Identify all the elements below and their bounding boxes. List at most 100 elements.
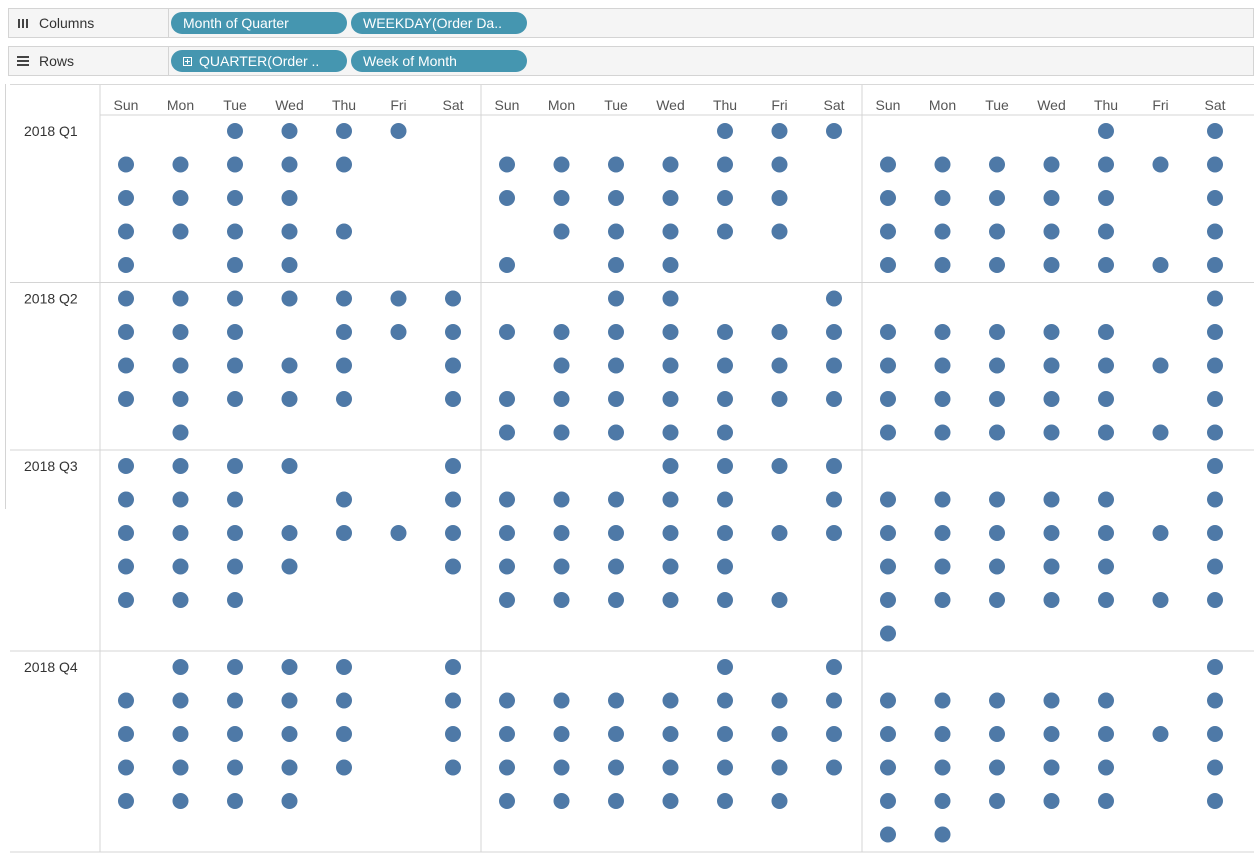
data-mark[interactable] [880,491,896,508]
data-mark[interactable] [172,491,189,508]
data-mark[interactable] [336,357,352,374]
data-mark[interactable] [172,324,189,340]
data-mark[interactable] [771,692,788,709]
data-mark[interactable] [1043,726,1060,742]
data-mark[interactable] [1207,659,1223,675]
data-mark[interactable] [934,257,951,273]
data-mark[interactable] [118,257,134,273]
data-mark[interactable] [227,123,243,139]
data-mark[interactable] [662,190,679,206]
data-mark[interactable] [336,223,352,240]
data-mark[interactable] [934,190,951,206]
data-mark[interactable] [1043,793,1060,809]
data-mark[interactable] [227,592,243,608]
data-mark[interactable] [989,424,1005,441]
data-mark[interactable] [608,424,624,441]
data-mark[interactable] [1098,558,1114,575]
data-mark[interactable] [1043,558,1060,575]
data-mark[interactable] [880,826,896,843]
data-mark[interactable] [227,726,243,742]
data-mark[interactable] [336,290,352,307]
data-mark[interactable] [445,558,461,575]
data-mark[interactable] [1207,257,1223,273]
data-mark[interactable] [880,156,896,173]
data-mark[interactable] [934,592,951,608]
data-mark[interactable] [662,290,679,307]
data-mark[interactable] [880,759,896,776]
data-mark[interactable] [1043,692,1060,709]
data-mark[interactable] [880,592,896,608]
data-mark[interactable] [553,525,570,541]
data-mark[interactable] [662,391,679,407]
data-mark[interactable] [771,592,788,608]
data-mark[interactable] [771,793,788,809]
data-mark[interactable] [445,726,461,742]
data-mark[interactable] [717,424,733,441]
data-mark[interactable] [717,759,733,776]
data-mark[interactable] [118,793,134,809]
data-mark[interactable] [1043,525,1060,541]
data-mark[interactable] [499,726,515,742]
data-mark[interactable] [172,223,189,240]
data-mark[interactable] [1152,257,1169,273]
data-mark[interactable] [989,692,1005,709]
data-mark[interactable] [227,692,243,709]
data-mark[interactable] [662,759,679,776]
data-mark[interactable] [281,525,298,541]
data-mark[interactable] [934,391,951,407]
data-mark[interactable] [880,324,896,340]
pill-weekday-order-date[interactable]: WEEKDAY(Order Da.. [351,12,527,34]
data-mark[interactable] [717,491,733,508]
data-mark[interactable] [172,424,189,441]
data-mark[interactable] [499,525,515,541]
data-mark[interactable] [771,525,788,541]
data-mark[interactable] [227,491,243,508]
data-mark[interactable] [499,324,515,340]
data-mark[interactable] [880,525,896,541]
data-mark[interactable] [281,391,298,407]
data-mark[interactable] [880,257,896,273]
data-mark[interactable] [989,759,1005,776]
data-mark[interactable] [934,692,951,709]
data-mark[interactable] [390,123,407,139]
data-mark[interactable] [1207,458,1223,474]
data-mark[interactable] [1098,592,1114,608]
data-mark[interactable] [662,726,679,742]
data-mark[interactable] [880,793,896,809]
data-mark[interactable] [336,156,352,173]
data-mark[interactable] [227,525,243,541]
data-mark[interactable] [1207,424,1223,441]
data-mark[interactable] [662,257,679,273]
data-mark[interactable] [499,759,515,776]
data-mark[interactable] [880,558,896,575]
data-mark[interactable] [499,793,515,809]
data-mark[interactable] [771,391,788,407]
data-mark[interactable] [989,324,1005,340]
data-mark[interactable] [662,458,679,474]
data-mark[interactable] [227,156,243,173]
data-mark[interactable] [281,558,298,575]
data-mark[interactable] [989,357,1005,374]
data-mark[interactable] [1207,357,1223,374]
data-mark[interactable] [227,190,243,206]
data-mark[interactable] [118,692,134,709]
data-mark[interactable] [118,491,134,508]
data-mark[interactable] [880,726,896,742]
data-mark[interactable] [281,759,298,776]
data-mark[interactable] [771,458,788,474]
data-mark[interactable] [227,324,243,340]
data-mark[interactable] [227,759,243,776]
data-mark[interactable] [336,726,352,742]
data-mark[interactable] [717,190,733,206]
data-mark[interactable] [499,692,515,709]
data-mark[interactable] [336,391,352,407]
data-mark[interactable] [1098,491,1114,508]
data-mark[interactable] [1098,156,1114,173]
data-mark[interactable] [934,357,951,374]
data-mark[interactable] [662,793,679,809]
data-mark[interactable] [281,290,298,307]
expand-plus-icon[interactable] [183,56,192,66]
data-mark[interactable] [1098,525,1114,541]
pill-quarter-order-date[interactable]: QUARTER(Order .. [171,50,347,72]
data-mark[interactable] [499,424,515,441]
